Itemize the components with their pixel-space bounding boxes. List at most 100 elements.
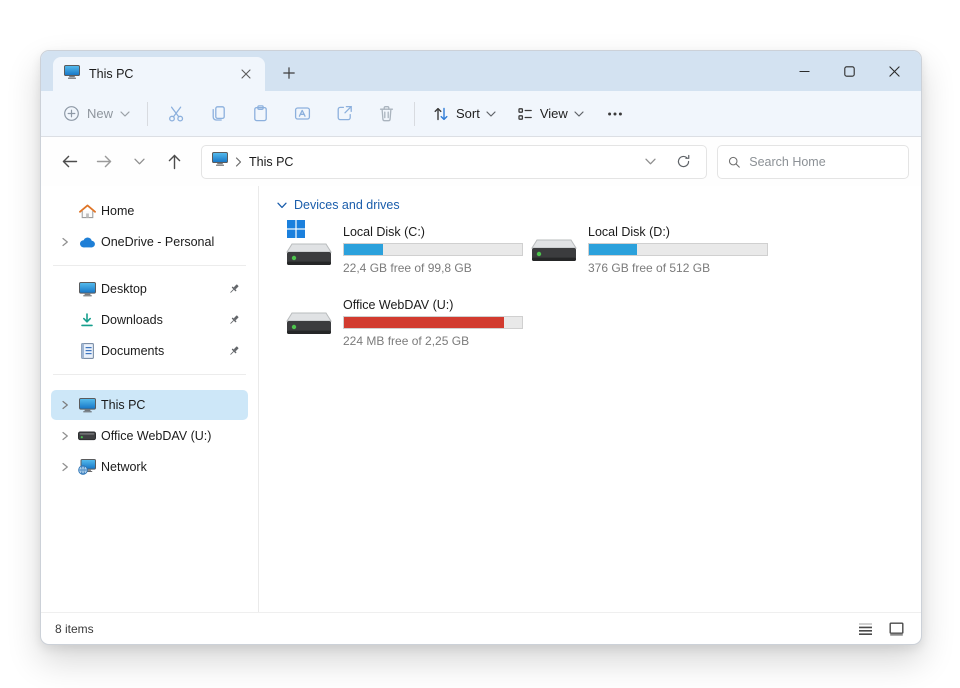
view-button[interactable]: View (506, 97, 594, 131)
chevron-down-icon (120, 111, 130, 117)
toolbar-separator (147, 102, 148, 126)
drive-tile-office-webdav-u[interactable]: Office WebDAV (U:) 224 MB free of 2,25 G… (286, 297, 531, 347)
close-button[interactable] (872, 51, 917, 91)
chevron-down-icon (486, 111, 496, 117)
group-header-devices-and-drives[interactable]: Devices and drives (277, 198, 921, 212)
more-icon (607, 106, 623, 122)
monitor-icon (64, 65, 80, 84)
window-caption-controls (782, 51, 917, 91)
up-button[interactable] (158, 146, 191, 178)
capacity-bar-fill (589, 244, 637, 255)
back-icon (61, 154, 78, 169)
rename-button[interactable] (281, 97, 323, 131)
details-view-icon (858, 622, 873, 636)
sidebar-divider (53, 265, 246, 266)
chevron-down-icon (134, 158, 145, 165)
onedrive-cloud-icon (76, 236, 98, 248)
sidebar-item-network[interactable]: Network (51, 452, 248, 482)
capacity-bar-fill (344, 244, 383, 255)
more-options-button[interactable] (594, 97, 636, 131)
chevron-right-icon[interactable] (57, 462, 73, 472)
drive-name: Local Disk (C:) (343, 225, 523, 239)
tab-title: This PC (89, 67, 226, 81)
home-icon (76, 204, 98, 219)
status-bar: 8 items (41, 612, 921, 644)
downloads-icon (76, 312, 98, 328)
paste-button[interactable] (239, 97, 281, 131)
chevron-down-icon (574, 111, 584, 117)
drive-tile-local-disk-c[interactable]: Local Disk (C:) 22,4 GB free of 99,8 GB (286, 224, 531, 274)
delete-icon (377, 104, 396, 123)
capacity-bar (343, 316, 523, 329)
delete-button[interactable] (365, 97, 407, 131)
new-button-label: New (87, 106, 113, 121)
up-icon (167, 153, 182, 170)
sidebar-item-documents[interactable]: Documents (51, 336, 248, 366)
drive-icon (531, 224, 579, 274)
drive-icon (76, 431, 98, 441)
forward-button[interactable] (88, 146, 121, 178)
recent-locations-button[interactable] (123, 146, 156, 178)
free-space-text: 376 GB free of 512 GB (588, 261, 768, 275)
new-tab-button[interactable] (274, 58, 304, 88)
system-drive-icon (286, 224, 334, 274)
capacity-bar (588, 243, 768, 256)
address-dropdown-button[interactable] (637, 149, 663, 175)
sidebar-item-this-pc[interactable]: This PC (51, 390, 248, 420)
address-bar[interactable]: This PC (201, 145, 707, 179)
large-icons-view-button[interactable] (885, 618, 907, 640)
search-box[interactable] (717, 145, 909, 179)
chevron-right-icon[interactable] (57, 237, 73, 247)
desktop-icon (76, 282, 98, 297)
documents-icon (76, 343, 98, 359)
sidebar-item-onedrive[interactable]: OneDrive - Personal (51, 227, 248, 257)
new-button[interactable]: New (53, 97, 140, 131)
view-icon (516, 105, 534, 123)
rename-icon (293, 104, 312, 123)
details-view-button[interactable] (854, 618, 876, 640)
tab-this-pc[interactable]: This PC (53, 57, 265, 91)
navigation-pane: Home OneDrive - Personal Desktop (41, 186, 259, 612)
view-button-label: View (540, 106, 568, 121)
sidebar-item-office-webdav[interactable]: Office WebDAV (U:) (51, 421, 248, 451)
share-icon (335, 104, 354, 123)
network-icon (76, 459, 98, 475)
breadcrumb-this-pc[interactable]: This PC (249, 155, 293, 169)
item-count: 8 items (55, 622, 94, 636)
chevron-right-icon[interactable] (57, 400, 73, 410)
tab-bar: This PC (41, 51, 921, 91)
drive-tile-local-disk-d[interactable]: Local Disk (D:) 376 GB free of 512 GB (531, 224, 776, 274)
minimize-button[interactable] (782, 51, 827, 91)
share-button[interactable] (323, 97, 365, 131)
cut-icon (167, 104, 186, 123)
paste-icon (251, 104, 270, 123)
large-icons-view-icon (889, 622, 904, 636)
sidebar-divider (53, 374, 246, 375)
free-space-text: 22,4 GB free of 99,8 GB (343, 261, 523, 275)
sort-button[interactable]: Sort (422, 97, 506, 131)
sidebar-item-desktop[interactable]: Desktop (51, 274, 248, 304)
sort-icon (432, 105, 450, 123)
pin-icon (228, 314, 240, 326)
pin-icon (228, 283, 240, 295)
address-bar-row: This PC (41, 137, 921, 186)
group-header-label: Devices and drives (294, 198, 400, 212)
sidebar-item-home[interactable]: Home (51, 196, 248, 226)
maximize-icon (844, 66, 855, 77)
copy-button[interactable] (197, 97, 239, 131)
command-toolbar: New Sort View (41, 91, 921, 137)
breadcrumb-chevron-icon (235, 157, 242, 167)
tab-close-button[interactable] (235, 63, 257, 85)
refresh-button[interactable] (670, 149, 696, 175)
search-input[interactable] (749, 155, 898, 169)
sidebar-item-downloads[interactable]: Downloads (51, 305, 248, 335)
chevron-down-icon (645, 158, 656, 165)
drive-name: Office WebDAV (U:) (343, 298, 523, 312)
cut-button[interactable] (155, 97, 197, 131)
drive-icon (286, 297, 334, 347)
drive-tiles-grid: Local Disk (C:) 22,4 GB free of 99,8 GB … (286, 224, 921, 347)
forward-icon (96, 154, 113, 169)
maximize-button[interactable] (827, 51, 872, 91)
chevron-right-icon[interactable] (57, 431, 73, 441)
back-button[interactable] (53, 146, 86, 178)
